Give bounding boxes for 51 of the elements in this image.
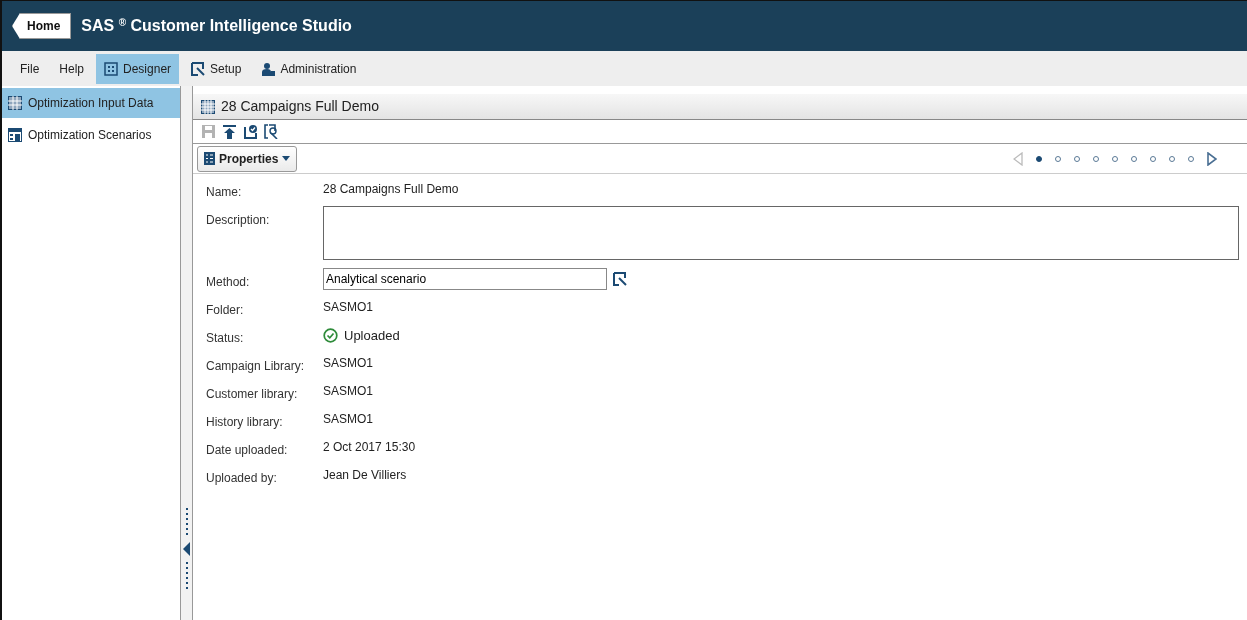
field-value: 28 Campaigns Full Demo xyxy=(323,181,459,198)
layout-icon xyxy=(8,128,22,142)
properties-button[interactable]: Properties xyxy=(197,145,298,172)
menu-item[interactable]: File xyxy=(12,53,48,84)
upload-icon[interactable] xyxy=(222,124,237,139)
field-label: Status: xyxy=(206,330,245,347)
check-icon[interactable] xyxy=(243,124,258,139)
menu-item[interactable]: Setup xyxy=(183,53,250,84)
field-label: Date uploaded: xyxy=(206,442,289,459)
table-icon xyxy=(201,99,215,114)
field-label: History library: xyxy=(206,414,284,431)
field-value: SASMO1 xyxy=(323,299,373,316)
next-arrow-icon[interactable] xyxy=(1207,151,1217,166)
field-label: Folder: xyxy=(206,302,245,319)
app-title: SAS $^{®}$ Customer Intelligence Studio xyxy=(81,16,352,36)
caret-icon xyxy=(282,156,291,161)
users-icon xyxy=(261,61,276,76)
page-dot[interactable] xyxy=(1036,155,1042,162)
field-label: Method: xyxy=(206,274,251,291)
menu-item[interactable]: Administration xyxy=(253,53,365,84)
field-label: Customer library: xyxy=(206,386,299,403)
grip-icon xyxy=(184,508,189,536)
splitter-handle[interactable] xyxy=(180,86,193,620)
field-value: SASMO1 xyxy=(323,355,373,372)
list-icon xyxy=(204,152,215,165)
panel-title: 28 Campaigns Full Demo xyxy=(221,97,379,116)
select-icon[interactable] xyxy=(613,272,627,286)
previous-arrow-icon[interactable] xyxy=(1013,151,1023,166)
menu-item[interactable]: Help xyxy=(51,53,93,84)
cursor-icon xyxy=(191,61,206,76)
field-value: SASMO1 xyxy=(323,383,373,400)
grid-icon xyxy=(104,61,119,76)
sidebar-item[interactable]: Optimization Input Data xyxy=(2,88,180,118)
collapse-arrow-icon xyxy=(183,542,190,556)
description-field[interactable] xyxy=(323,206,1239,260)
field-value: Jean De Villiers xyxy=(323,467,407,484)
check-circle-icon xyxy=(323,328,338,344)
field-label: Campaign Library: xyxy=(206,358,306,375)
grip-icon xyxy=(184,562,189,590)
table-icon xyxy=(8,96,22,110)
document-icon[interactable] xyxy=(264,124,279,139)
home-button[interactable]: Home xyxy=(12,13,72,39)
sidebar-item[interactable]: Optimization Scenarios xyxy=(2,120,180,150)
field-value: 2 Oct 2017 15:30 xyxy=(323,439,416,456)
status-text: Uploaded xyxy=(344,327,400,345)
field-label: Uploaded by: xyxy=(206,470,278,487)
field-label: Name: xyxy=(206,184,243,201)
menu-item[interactable]: Designer xyxy=(96,53,180,84)
method-field[interactable]: Analytical scenario xyxy=(323,268,607,290)
field-label: Description: xyxy=(206,212,271,229)
field-value: SASMO1 xyxy=(323,411,373,428)
